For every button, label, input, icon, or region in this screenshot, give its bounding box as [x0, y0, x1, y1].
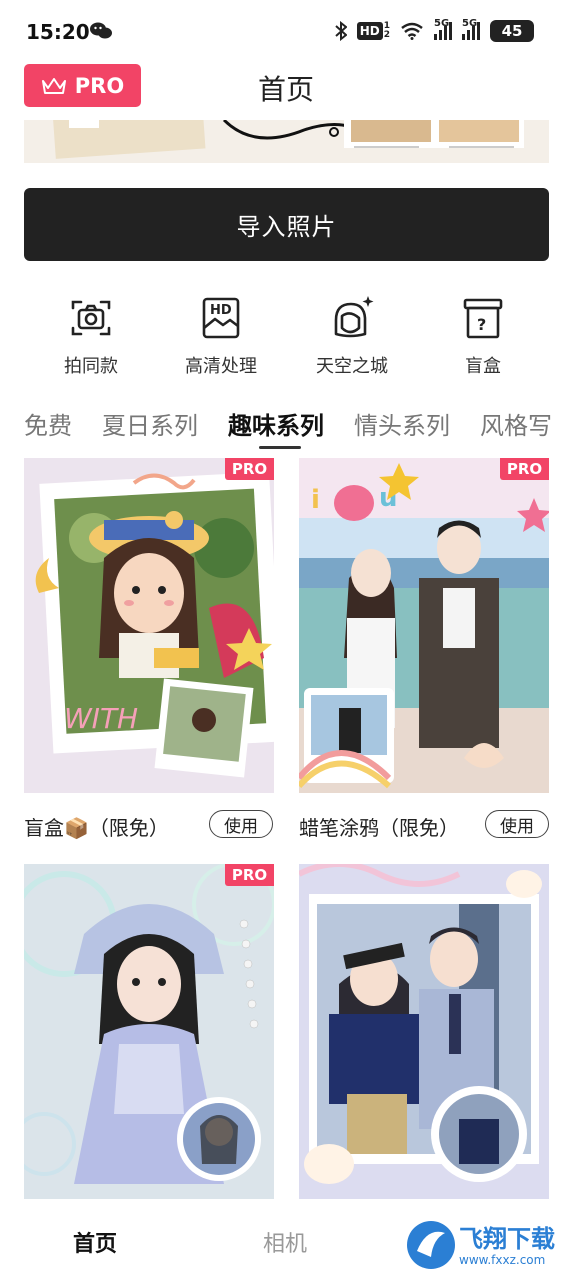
camera-frame-icon — [67, 294, 115, 342]
banner-image[interactable] — [24, 120, 549, 163]
template-image-crayon[interactable]: i u PRO — [299, 458, 549, 793]
wechat-icon — [90, 22, 112, 44]
hd-label: HD — [356, 22, 383, 40]
template-image-school[interactable] — [299, 864, 549, 1199]
pro-tag: PRO — [225, 864, 274, 886]
pro-tag: PRO — [225, 458, 274, 480]
svg-text:?: ? — [477, 315, 486, 334]
watermark-logo: 飞翔下载 www.fxxz.com — [405, 1217, 565, 1275]
template-image-lolita[interactable]: PRO — [24, 864, 274, 1199]
avatar-sparkle-icon — [328, 294, 376, 342]
import-photo-button[interactable]: 导入照片 — [24, 188, 549, 261]
tab-fun[interactable]: 趣味系列 — [228, 406, 324, 441]
pro-tag: PRO — [500, 458, 549, 480]
use-button[interactable]: 使用 — [485, 810, 549, 838]
template-title: 盲盒📦（限免） — [24, 816, 169, 840]
nav-camera[interactable]: 相机 — [263, 1226, 307, 1258]
feature-hd-process[interactable]: HD 高清处理 — [166, 294, 276, 378]
nav-home[interactable]: 首页 — [73, 1226, 117, 1258]
template-title: 蜡笔涂鸦（限免） — [299, 816, 459, 840]
bluetooth-icon — [335, 21, 347, 41]
template-image-blind-box[interactable]: WITH PRO — [24, 458, 274, 793]
tab-couple[interactable]: 情头系列 — [354, 406, 450, 441]
mystery-box-icon: ? — [459, 294, 507, 342]
tab-free[interactable]: 免费 — [24, 406, 72, 441]
feature-label: 高清处理 — [185, 356, 257, 377]
use-button[interactable]: 使用 — [209, 810, 273, 838]
feature-label: 盲盒 — [465, 356, 501, 377]
status-time: 15:20 — [26, 20, 90, 44]
signal-icon-2: 5G — [462, 18, 480, 40]
wifi-icon — [401, 22, 423, 40]
signal-icon: 5G — [434, 18, 452, 40]
status-bar: 15:20 HD 12 5G 5G 45 — [0, 0, 572, 64]
feature-label: 天空之城 — [316, 356, 388, 377]
status-icons: HD 12 5G 5G 45 — [335, 18, 534, 42]
battery-icon: 45 — [490, 20, 534, 42]
feature-blind-box[interactable]: ? 盲盒 — [428, 294, 538, 378]
watermark-text: 飞翔下载 — [459, 1225, 555, 1253]
page-title: 首页 — [257, 73, 314, 106]
hd-badge: HD 12 — [356, 22, 390, 40]
feature-sky-city[interactable]: 天空之城 — [297, 294, 407, 378]
tab-summer[interactable]: 夏日系列 — [102, 406, 198, 441]
hd-image-icon: HD — [197, 294, 245, 342]
signal-5g-label-2: 5G — [462, 18, 478, 29]
category-tabs: 免费 夏日系列 趣味系列 情头系列 风格写 — [24, 406, 552, 441]
active-tab-indicator — [259, 446, 301, 449]
svg-text:WITH: WITH — [64, 702, 138, 735]
tab-style[interactable]: 风格写 — [480, 406, 552, 441]
feature-label: 拍同款 — [64, 356, 118, 377]
svg-text:HD: HD — [210, 303, 232, 318]
signal-5g-label: 5G — [434, 18, 450, 29]
feature-same-style[interactable]: 拍同款 — [36, 294, 146, 378]
svg-text:i: i — [311, 485, 320, 515]
watermark-url: www.fxxz.com — [459, 1253, 546, 1267]
